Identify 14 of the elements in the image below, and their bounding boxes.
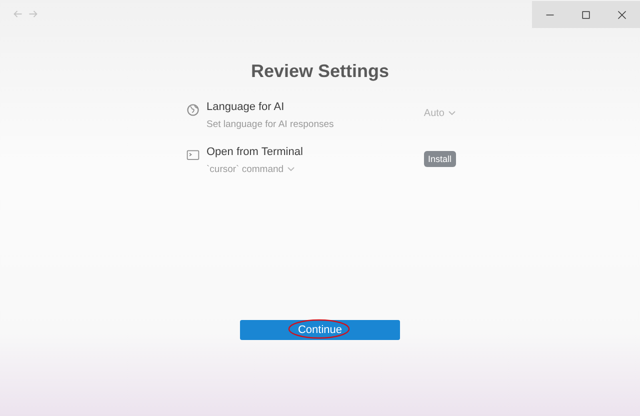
maximize-icon[interactable] xyxy=(580,8,592,20)
language-dropdown[interactable]: Auto xyxy=(424,108,456,119)
close-icon[interactable] xyxy=(616,8,628,20)
terminal-icon xyxy=(186,148,200,162)
install-button[interactable]: Install xyxy=(424,151,456,167)
setting-description[interactable]: `cursor` command xyxy=(206,164,424,175)
continue-button[interactable]: Continue xyxy=(240,320,400,340)
caret-icon xyxy=(448,110,456,116)
setting-description: Set language for AI responses xyxy=(206,119,335,130)
globe-icon xyxy=(186,103,200,117)
setting-label: Open from Terminal xyxy=(206,146,304,158)
setting-label: Language for AI xyxy=(206,101,286,113)
caret-icon xyxy=(286,166,295,172)
page-title: Review Settings xyxy=(250,61,390,82)
